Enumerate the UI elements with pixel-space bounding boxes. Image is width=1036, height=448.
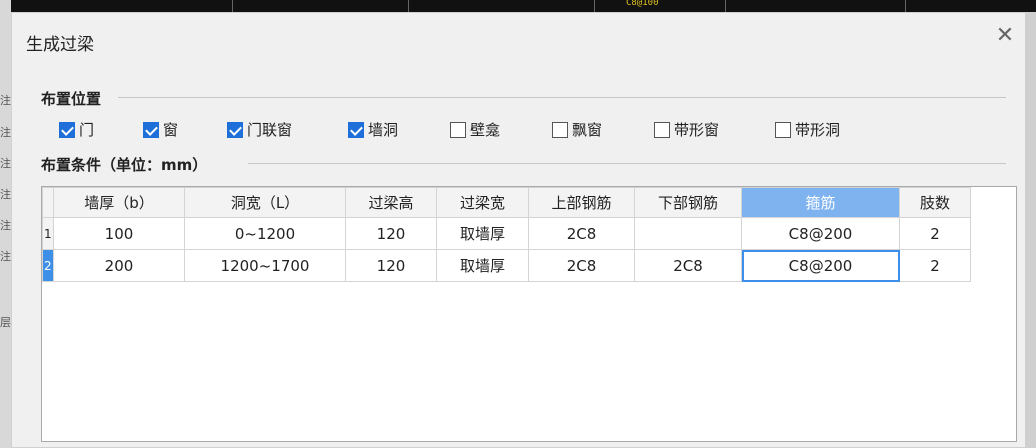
checkbox-niche[interactable]: 壁龛: [450, 119, 500, 140]
cell-lintel-height[interactable]: 120: [345, 249, 437, 282]
checkbox-checked-icon: [59, 121, 75, 138]
cell-wall-thickness[interactable]: 100: [53, 217, 185, 250]
checkbox-unchecked-icon: [552, 121, 568, 138]
column-header-leg-count[interactable]: 肢数: [899, 187, 971, 218]
conditions-table: 墙厚（b） 洞宽（L） 过梁高 过梁宽 上部钢筋 下部钢筋 箍筋 肢数 1 10…: [42, 187, 971, 282]
checkbox-strip-opening[interactable]: 带形洞: [775, 119, 840, 140]
table-header-row: 墙厚（b） 洞宽（L） 过梁高 过梁宽 上部钢筋 下部钢筋 箍筋 肢数: [42, 187, 971, 218]
checkbox-label: 门联窗: [247, 121, 293, 139]
checkbox-door[interactable]: 门: [59, 119, 94, 140]
checkbox-window[interactable]: 窗: [143, 119, 178, 140]
cell-bottom-rebar[interactable]: [634, 217, 742, 250]
checkbox-bay-window[interactable]: 飘窗: [552, 119, 602, 140]
conditions-section-label: 布置条件（单位：mm）: [41, 156, 208, 174]
background-right-panel: [1026, 12, 1036, 448]
cell-bottom-rebar[interactable]: 2C8: [634, 249, 742, 282]
placement-section-divider: [118, 97, 1006, 98]
cell-wall-thickness[interactable]: 200: [53, 249, 185, 282]
column-header-wall-thickness[interactable]: 墙厚（b）: [53, 187, 185, 218]
generate-lintel-dialog: 生成过梁 ✕ 布置位置 门 窗 门联窗 墙洞 壁龛 飘窗 带形窗 带形洞 布置条…: [11, 12, 1026, 448]
column-header-opening-width[interactable]: 洞宽（L）: [184, 187, 346, 218]
placement-section-label: 布置位置: [41, 90, 102, 108]
cell-lintel-width[interactable]: 取墙厚: [436, 217, 529, 250]
checkbox-label: 带形窗: [674, 121, 720, 139]
cell-lintel-width[interactable]: 取墙厚: [436, 249, 529, 282]
table-row[interactable]: 1 100 0~1200 120 取墙厚 2C8 C8@200 2: [42, 217, 971, 250]
dialog-title: 生成过梁: [26, 35, 94, 55]
checkbox-wall-opening[interactable]: 墙洞: [348, 119, 398, 140]
column-header-lintel-height[interactable]: 过梁高: [345, 187, 437, 218]
checkbox-strip-window[interactable]: 带形窗: [654, 119, 719, 140]
background-left-panel: 注) 注) 注) 注) 注) 注) 层: [0, 0, 15, 448]
row-number[interactable]: 2: [42, 249, 54, 282]
background-mark: 层: [0, 316, 11, 329]
cell-stirrup[interactable]: C8@200: [741, 249, 900, 282]
checkbox-label: 窗: [163, 121, 179, 139]
row-number[interactable]: 1: [42, 217, 54, 250]
table-row[interactable]: 2 200 1200~1700 120 取墙厚 2C8 2C8 C8@200 2: [42, 249, 971, 282]
cell-top-rebar[interactable]: 2C8: [528, 217, 635, 250]
column-header-stirrup[interactable]: 箍筋: [741, 187, 900, 218]
close-icon[interactable]: ✕: [993, 25, 1017, 49]
cell-top-rebar[interactable]: 2C8: [528, 249, 635, 282]
column-header-lintel-width[interactable]: 过梁宽: [436, 187, 529, 218]
checkbox-unchecked-icon: [775, 121, 791, 138]
checkbox-label: 门: [79, 121, 95, 139]
cell-stirrup[interactable]: C8@200: [741, 217, 900, 250]
checkbox-door-window[interactable]: 门联窗: [227, 119, 292, 140]
cell-opening-width[interactable]: 1200~1700: [184, 249, 346, 282]
checkbox-unchecked-icon: [654, 121, 670, 138]
checkbox-unchecked-icon: [450, 121, 466, 138]
cell-opening-width[interactable]: 0~1200: [184, 217, 346, 250]
conditions-section-divider: [248, 163, 1006, 164]
cell-leg-count[interactable]: 2: [899, 217, 971, 250]
table-corner: [42, 187, 54, 218]
checkbox-label: 壁龛: [470, 121, 501, 139]
checkbox-checked-icon: [348, 121, 364, 138]
column-header-bottom-rebar[interactable]: 下部钢筋: [634, 187, 742, 218]
cell-lintel-height[interactable]: 120: [345, 217, 437, 250]
checkbox-label: 带形洞: [795, 121, 841, 139]
checkbox-checked-icon: [227, 121, 243, 138]
background-canvas-strip: C8@100: [0, 0, 1036, 12]
checkbox-label: 墙洞: [368, 121, 399, 139]
column-header-top-rebar[interactable]: 上部钢筋: [528, 187, 635, 218]
cell-leg-count[interactable]: 2: [899, 249, 971, 282]
conditions-grid[interactable]: 墙厚（b） 洞宽（L） 过梁高 过梁宽 上部钢筋 下部钢筋 箍筋 肢数 1 10…: [41, 186, 1017, 442]
checkbox-checked-icon: [143, 121, 159, 138]
background-tag: C8@100: [626, 0, 659, 8]
checkbox-label: 飘窗: [572, 121, 603, 139]
